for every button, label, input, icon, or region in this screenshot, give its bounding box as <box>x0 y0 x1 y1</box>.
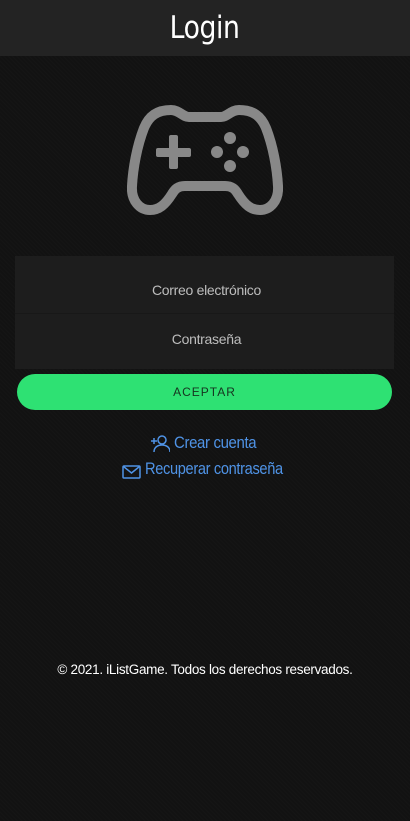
login-page: Login ACEPTAR Crear cuenta <box>0 0 410 821</box>
create-account-link[interactable]: Crear cuenta <box>150 433 267 453</box>
footer-copyright: © 2021. iListGame. Todos los derechos re… <box>57 662 353 677</box>
gamepad-icon <box>127 105 283 215</box>
envelope-icon <box>122 465 141 479</box>
app-header: Login <box>0 0 410 56</box>
user-plus-icon <box>150 435 170 453</box>
recover-password-label: Recuperar contraseña <box>145 459 283 478</box>
create-account-label: Crear cuenta <box>174 433 257 452</box>
page-title: Login <box>170 10 240 46</box>
recover-password-link[interactable]: Recuperar contraseña <box>122 459 305 479</box>
accept-button[interactable]: ACEPTAR <box>17 374 392 410</box>
password-field[interactable] <box>15 310 398 368</box>
login-form <box>15 256 398 369</box>
